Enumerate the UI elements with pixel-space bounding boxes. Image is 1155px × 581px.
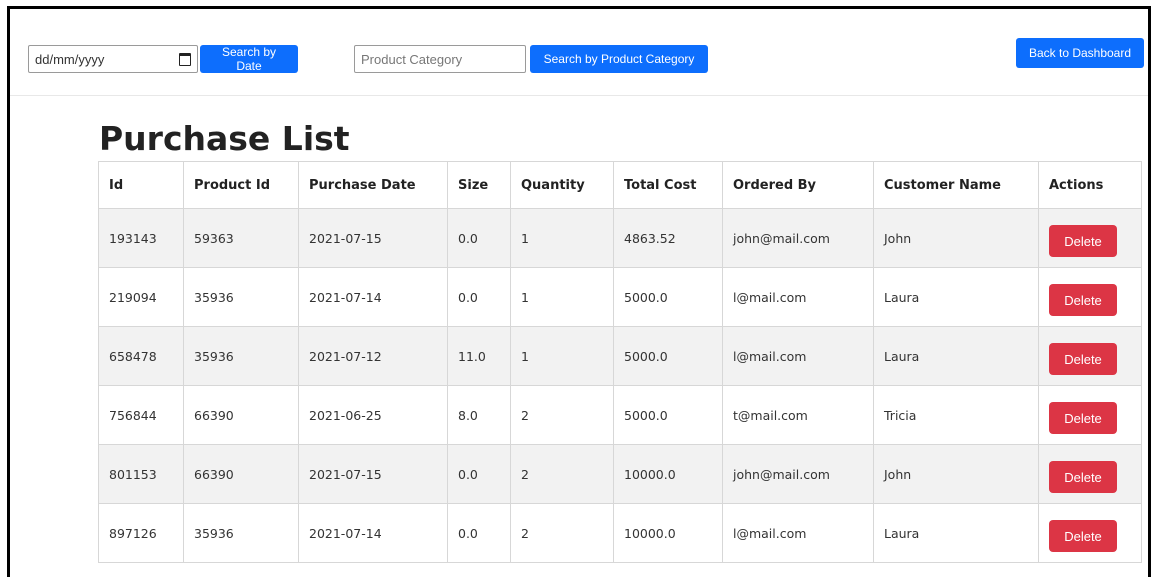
cell-product-id: 35936 [183,503,299,563]
cell-purchase-date: 2021-07-14 [298,267,448,327]
cell-product-id: 35936 [183,267,299,327]
delete-button[interactable]: Delete [1049,520,1117,552]
cell-size: 0.0 [447,267,511,327]
cell-total-cost: 10000.0 [613,503,723,563]
column-header: Id [98,161,184,209]
cell-customer-name: Laura [873,503,1039,563]
table-row: 658478 35936 2021-07-12 11.0 1 5000.0 l@… [98,326,1142,386]
cell-product-id: 59363 [183,208,299,268]
cell-size: 0.0 [447,444,511,504]
cell-quantity: 1 [510,326,614,386]
search-by-category-button[interactable]: Search by Product Category [530,45,708,73]
delete-button[interactable]: Delete [1049,461,1117,493]
cell-product-id: 66390 [183,444,299,504]
column-header: Ordered By [722,161,874,209]
column-header: Size [447,161,511,209]
delete-button[interactable]: Delete [1049,343,1117,375]
cell-ordered-by: john@mail.com [722,208,874,268]
column-header: Actions [1038,161,1142,209]
cell-size: 8.0 [447,385,511,445]
cell-quantity: 2 [510,503,614,563]
cell-purchase-date: 2021-07-15 [298,208,448,268]
delete-button[interactable]: Delete [1049,402,1117,434]
cell-customer-name: John [873,208,1039,268]
cell-id: 219094 [98,267,184,327]
cell-size: 0.0 [447,208,511,268]
cell-total-cost: 10000.0 [613,444,723,504]
search-by-date-button[interactable]: Search by Date [200,45,298,73]
cell-ordered-by: l@mail.com [722,503,874,563]
cell-size: 11.0 [447,326,511,386]
cell-actions: Delete [1038,503,1142,563]
date-input-placeholder: dd/mm/yyyy [35,51,105,67]
cell-id: 897126 [98,503,184,563]
cell-quantity: 1 [510,267,614,327]
cell-total-cost: 5000.0 [613,267,723,327]
cell-ordered-by: t@mail.com [722,385,874,445]
table-row: 219094 35936 2021-07-14 0.0 1 5000.0 l@m… [98,267,1142,327]
cell-product-id: 35936 [183,326,299,386]
calendar-icon[interactable] [179,52,191,66]
cell-quantity: 2 [510,444,614,504]
column-header: Total Cost [613,161,723,209]
cell-actions: Delete [1038,444,1142,504]
product-category-input[interactable] [354,45,526,73]
cell-purchase-date: 2021-07-14 [298,503,448,563]
cell-total-cost: 5000.0 [613,385,723,445]
page-title: Purchase List [99,119,350,158]
cell-quantity: 2 [510,385,614,445]
date-input[interactable]: dd/mm/yyyy [28,45,198,73]
column-header: Quantity [510,161,614,209]
cell-customer-name: Laura [873,326,1039,386]
column-header: Customer Name [873,161,1039,209]
cell-actions: Delete [1038,385,1142,445]
purchase-table: Id Product Id Purchase Date Size Quantit… [98,161,1142,563]
delete-button[interactable]: Delete [1049,225,1117,257]
table-row: 756844 66390 2021-06-25 8.0 2 5000.0 t@m… [98,385,1142,445]
column-header: Purchase Date [298,161,448,209]
cell-id: 193143 [98,208,184,268]
cell-ordered-by: l@mail.com [722,326,874,386]
cell-actions: Delete [1038,267,1142,327]
table-row: 897126 35936 2021-07-14 0.0 2 10000.0 l@… [98,503,1142,563]
search-toolbar: dd/mm/yyyy Search by Date Search by Prod… [10,9,1148,96]
cell-customer-name: John [873,444,1039,504]
cell-purchase-date: 2021-07-12 [298,326,448,386]
cell-customer-name: Tricia [873,385,1039,445]
cell-quantity: 1 [510,208,614,268]
table-header-row: Id Product Id Purchase Date Size Quantit… [98,161,1142,209]
delete-button[interactable]: Delete [1049,284,1117,316]
table-row: 193143 59363 2021-07-15 0.0 1 4863.52 jo… [98,208,1142,268]
column-header: Product Id [183,161,299,209]
cell-id: 658478 [98,326,184,386]
cell-purchase-date: 2021-07-15 [298,444,448,504]
cell-purchase-date: 2021-06-25 [298,385,448,445]
page-frame: ag dd/mm/yyyy Search by Date Search by P… [7,6,1151,577]
cell-id: 756844 [98,385,184,445]
cell-product-id: 66390 [183,385,299,445]
back-to-dashboard-button[interactable]: Back to Dashboard [1016,38,1144,68]
cell-actions: Delete [1038,208,1142,268]
cell-ordered-by: john@mail.com [722,444,874,504]
cell-ordered-by: l@mail.com [722,267,874,327]
table-row: 801153 66390 2021-07-15 0.0 2 10000.0 jo… [98,444,1142,504]
cell-size: 0.0 [447,503,511,563]
cell-actions: Delete [1038,326,1142,386]
cell-customer-name: Laura [873,267,1039,327]
cell-total-cost: 4863.52 [613,208,723,268]
cell-total-cost: 5000.0 [613,326,723,386]
cell-id: 801153 [98,444,184,504]
